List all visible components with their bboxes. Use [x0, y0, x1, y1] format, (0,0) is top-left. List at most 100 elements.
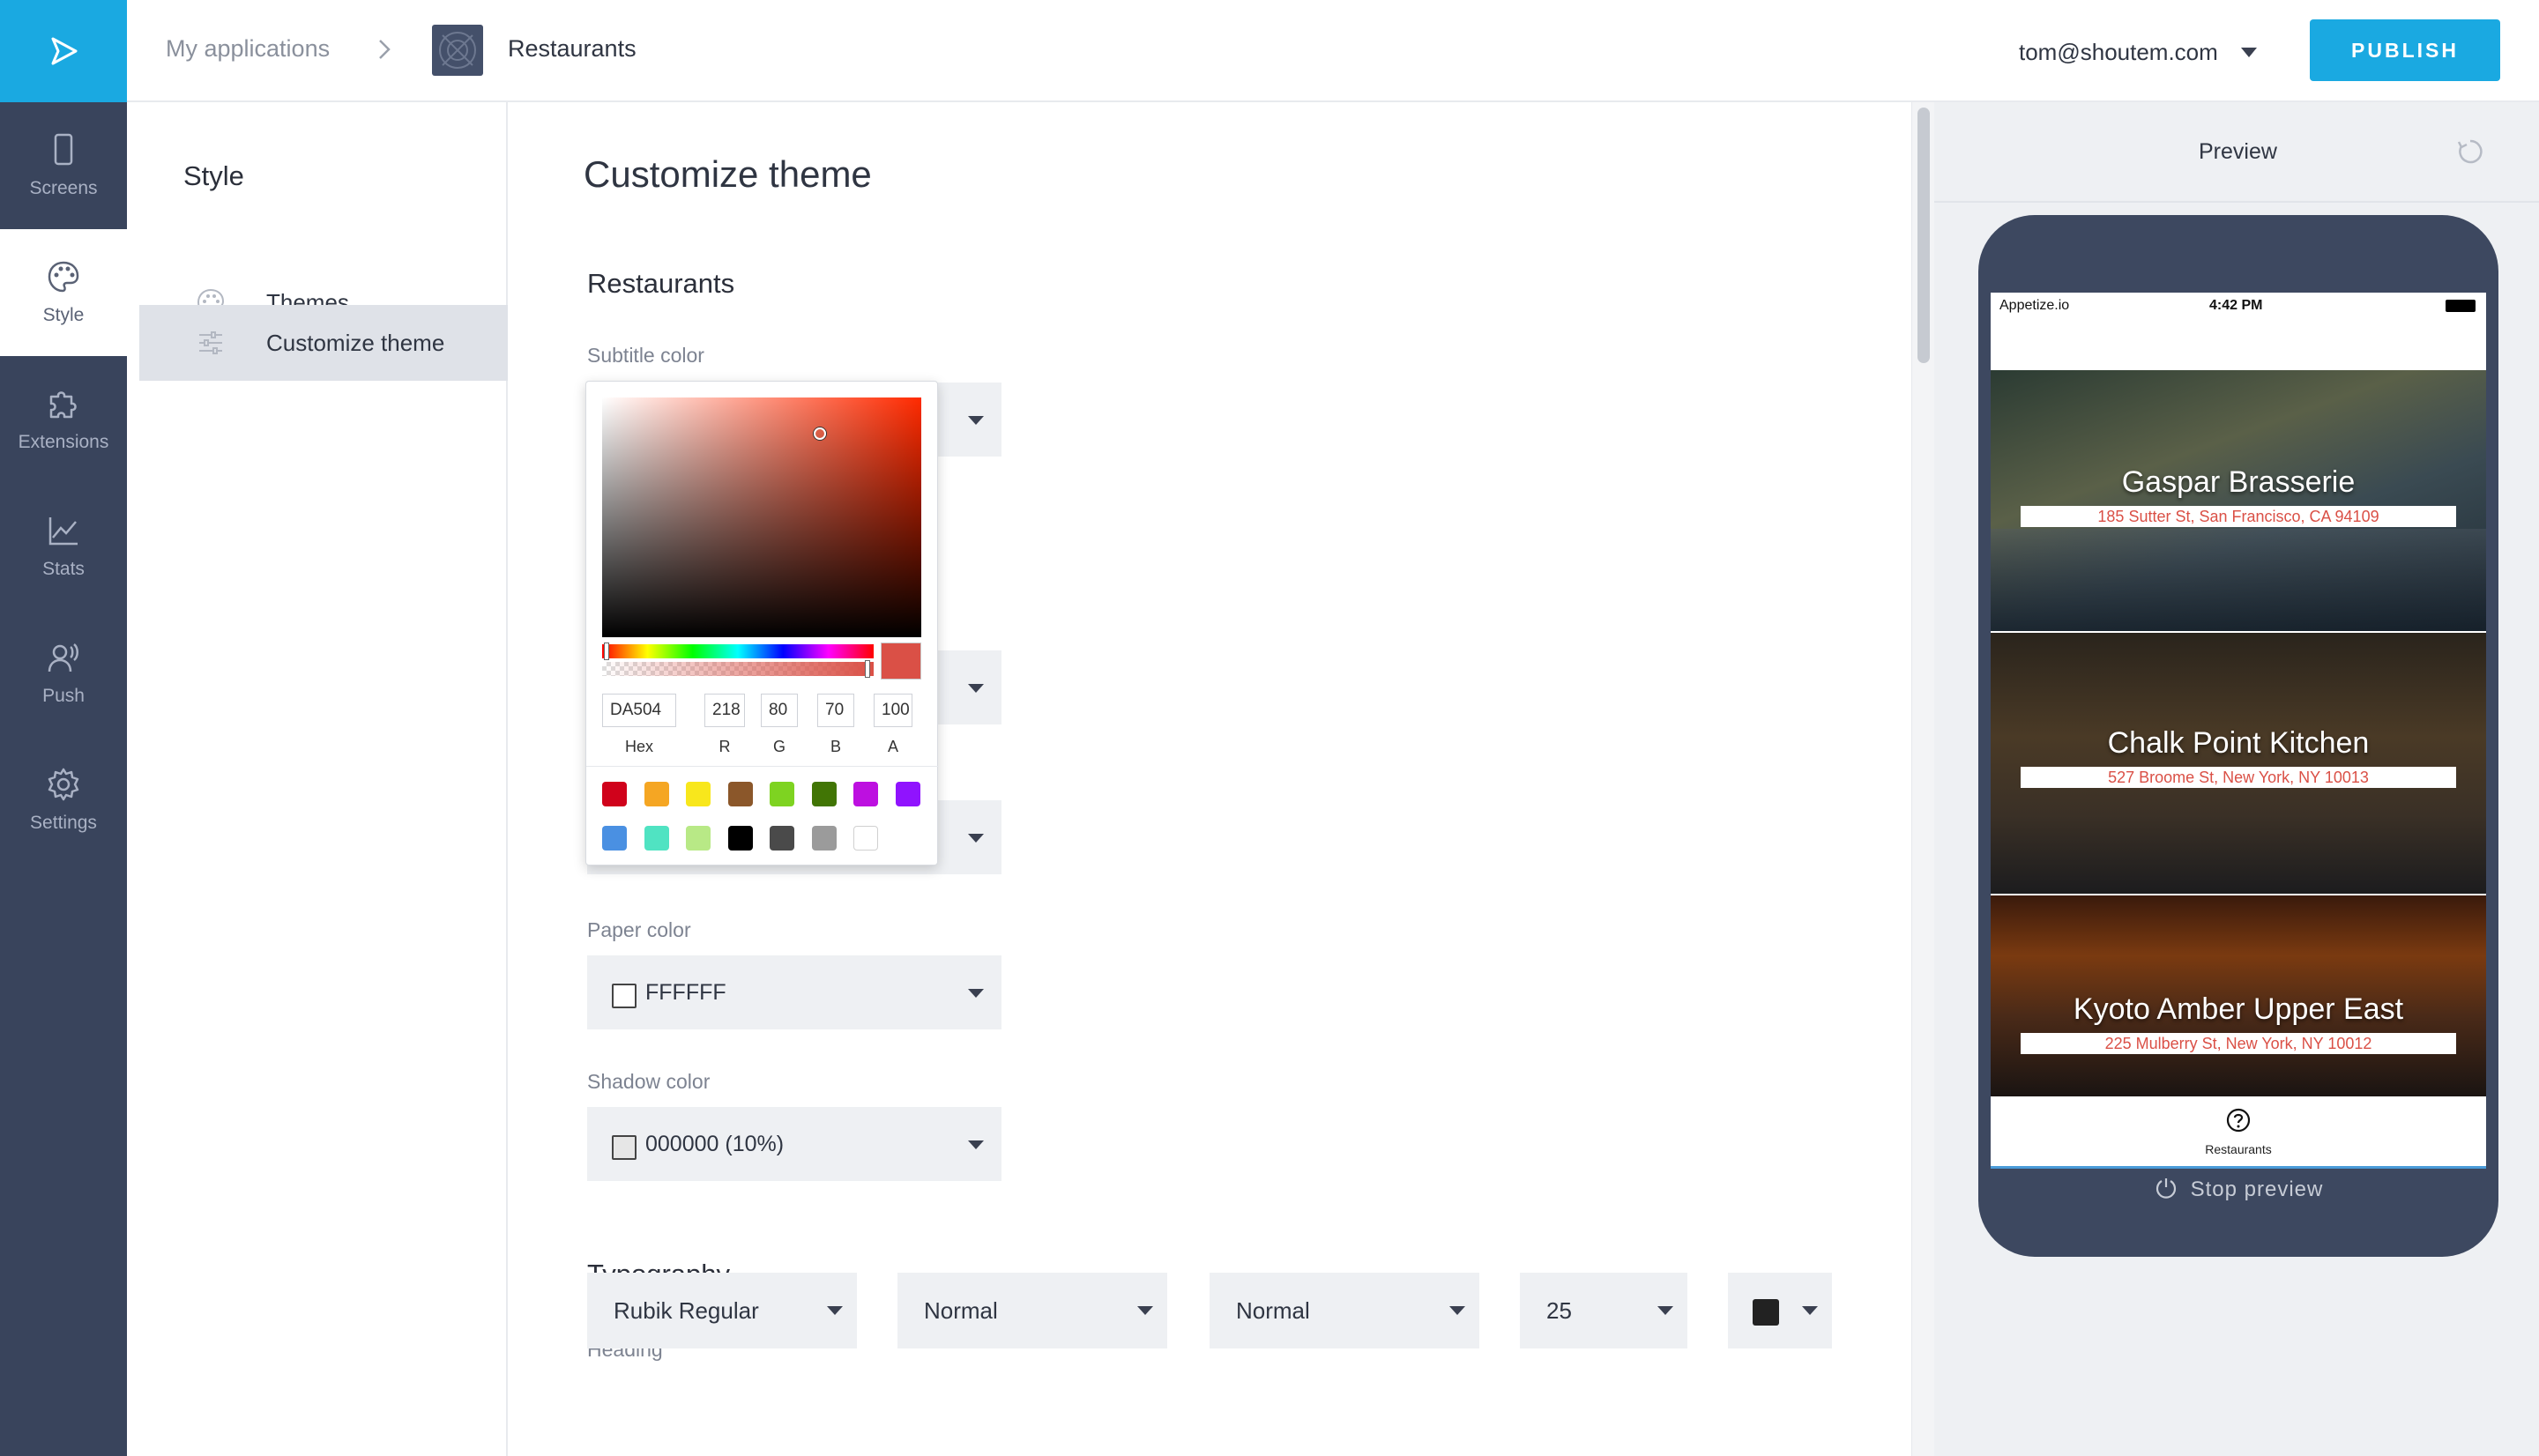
- current-color-preview: [881, 643, 921, 680]
- chevron-down-icon: [968, 1140, 984, 1149]
- restaurant-card[interactable]: Gaspar Brasserie 185 Sutter St, San Fran…: [1991, 370, 2486, 631]
- scrollbar-thumb[interactable]: [1917, 108, 1930, 363]
- stop-preview-label: Stop preview: [2190, 1177, 2324, 1201]
- card-title: Kyoto Amber Upper East: [2073, 992, 2404, 1026]
- color-swatch-option[interactable]: [602, 782, 627, 806]
- chevron-down-icon: [968, 416, 984, 425]
- color-swatch-option[interactable]: [644, 826, 669, 851]
- shadow-color-value: 000000 (10%): [645, 1132, 785, 1156]
- color-swatch-option[interactable]: [853, 826, 878, 851]
- color-swatch-option[interactable]: [686, 782, 711, 806]
- color-swatch-option[interactable]: [770, 826, 794, 851]
- heading-weight-select[interactable]: Normal: [897, 1273, 1167, 1348]
- hex-input[interactable]: DA504: [602, 694, 676, 727]
- user-menu-email[interactable]: tom@shoutem.com: [2019, 39, 2218, 66]
- nav-item-extensions[interactable]: Extensions: [0, 356, 127, 483]
- alpha-label: A: [887, 738, 898, 755]
- card-title: Chalk Point Kitchen: [2107, 726, 2370, 760]
- paper-color-label: Paper color: [587, 918, 691, 941]
- hue-handle[interactable]: [604, 643, 609, 660]
- color-swatch-option[interactable]: [727, 826, 753, 851]
- color-swatch-option[interactable]: [895, 782, 920, 806]
- refresh-icon[interactable]: [2456, 137, 2484, 166]
- nav-item-style[interactable]: Style: [0, 229, 127, 356]
- hue-slider[interactable]: [602, 643, 874, 660]
- color-swatch-option[interactable]: [602, 826, 627, 851]
- nav-item-label: Stats: [42, 559, 85, 579]
- chevron-down-icon: [1657, 1306, 1673, 1315]
- subnav-item-customize-theme[interactable]: Customize theme: [139, 305, 508, 381]
- heading-size-value: 25: [1546, 1297, 1572, 1324]
- restaurant-card[interactable]: Chalk Point Kitchen 527 Broome St, New Y…: [1991, 633, 2486, 894]
- status-time: 4:42 PM: [2209, 298, 2263, 313]
- publish-button[interactable]: PUBLISH: [2310, 19, 2500, 81]
- chevron-down-icon[interactable]: [2241, 48, 2257, 57]
- nav-item-push[interactable]: Push: [0, 610, 127, 737]
- red-input[interactable]: 218: [704, 694, 745, 727]
- preview-panel: Preview Appetize.io 4:42 PM Gaspar Brass…: [1934, 102, 2539, 1456]
- logo[interactable]: [0, 0, 127, 102]
- color-swatch-option[interactable]: [644, 782, 669, 806]
- saturation-handle[interactable]: [814, 427, 826, 440]
- nav-item-settings[interactable]: Settings: [0, 737, 127, 864]
- heading-font-select[interactable]: Rubik Regular: [587, 1273, 857, 1348]
- app-thumbnail: [432, 25, 483, 76]
- logo-icon: [51, 37, 78, 65]
- main-nav-rail: Screens Style Extensions Stats Push Sett…: [0, 0, 127, 1456]
- shadow-color-label: Shadow color: [587, 1070, 711, 1093]
- tab-label-restaurants[interactable]: Restaurants: [1991, 1142, 2486, 1156]
- heading-style-select[interactable]: Normal: [1210, 1273, 1479, 1348]
- nav-item-label: Screens: [29, 178, 98, 198]
- color-swatch-option[interactable]: [727, 782, 753, 806]
- green-input[interactable]: 80: [761, 694, 798, 727]
- alpha-slider[interactable]: [602, 660, 874, 678]
- chevron-down-icon: [968, 834, 984, 843]
- shadow-color-select[interactable]: 000000 (10%): [587, 1107, 1001, 1181]
- preview-header: Preview: [1934, 102, 2539, 203]
- power-icon: [2156, 1178, 2176, 1199]
- phone-screen[interactable]: Appetize.io 4:42 PM Gaspar Brasserie 185…: [1991, 293, 2486, 1169]
- restaurant-card[interactable]: Kyoto Amber Upper East 225 Mulberry St, …: [1991, 895, 2486, 1096]
- color-picker-popover: DA504 218 80 70 100 Hex R G B A: [585, 381, 939, 865]
- blue-input[interactable]: 70: [817, 694, 854, 727]
- alpha-input[interactable]: 100: [874, 694, 912, 727]
- page-title: Customize theme: [584, 153, 872, 195]
- heading-size-select[interactable]: 25: [1520, 1273, 1687, 1348]
- nav-item-stats[interactable]: Stats: [0, 483, 127, 610]
- heading-font-value: Rubik Regular: [614, 1297, 759, 1324]
- breadcrumb-my-applications[interactable]: My applications: [166, 35, 330, 63]
- color-swatch-option[interactable]: [811, 782, 837, 806]
- phone-icon: [54, 133, 73, 166]
- picker-divider: [586, 766, 939, 767]
- breadcrumb-app-name[interactable]: Restaurants: [508, 35, 637, 63]
- color-swatch-option[interactable]: [811, 826, 837, 851]
- color-swatch: [612, 984, 637, 1008]
- style-subnav: Style Themes Customize theme: [127, 102, 508, 1456]
- chevron-down-icon: [1137, 1306, 1153, 1315]
- heading-style-value: Normal: [1236, 1297, 1310, 1324]
- color-swatch-option[interactable]: [853, 782, 878, 806]
- stop-preview-button[interactable]: Stop preview: [1978, 1176, 2498, 1202]
- color-swatch-option[interactable]: [686, 826, 711, 851]
- nav-item-screens[interactable]: Screens: [0, 102, 127, 229]
- card-address: 185 Sutter St, San Francisco, CA 94109: [2021, 506, 2456, 527]
- subtitle-color-label: Subtitle color: [587, 344, 704, 367]
- alpha-handle[interactable]: [865, 660, 870, 678]
- app-tab-bar: Restaurants: [1991, 1096, 2486, 1169]
- heading-color-select[interactable]: [1728, 1273, 1832, 1348]
- saturation-value-area[interactable]: [602, 397, 921, 637]
- blue-label: B: [830, 738, 841, 755]
- nav-item-label: Settings: [30, 813, 97, 833]
- question-circle-icon[interactable]: [2225, 1107, 2252, 1133]
- card-title: Gaspar Brasserie: [2121, 465, 2356, 499]
- paper-color-value: FFFFFF: [645, 980, 726, 1005]
- red-label: R: [719, 738, 731, 755]
- nav-item-label: Style: [42, 305, 85, 325]
- subnav-item-label: Customize theme: [266, 329, 445, 356]
- paper-color-select[interactable]: FFFFFF: [587, 955, 1001, 1029]
- top-bar: My applications Restaurants tom@shoutem.…: [127, 0, 2539, 102]
- sliders-icon: [199, 331, 222, 354]
- phone-frame: Appetize.io 4:42 PM Gaspar Brasserie 185…: [1978, 215, 2498, 1257]
- main-scrollbar[interactable]: [1911, 102, 1934, 1456]
- color-swatch-option[interactable]: [770, 782, 794, 806]
